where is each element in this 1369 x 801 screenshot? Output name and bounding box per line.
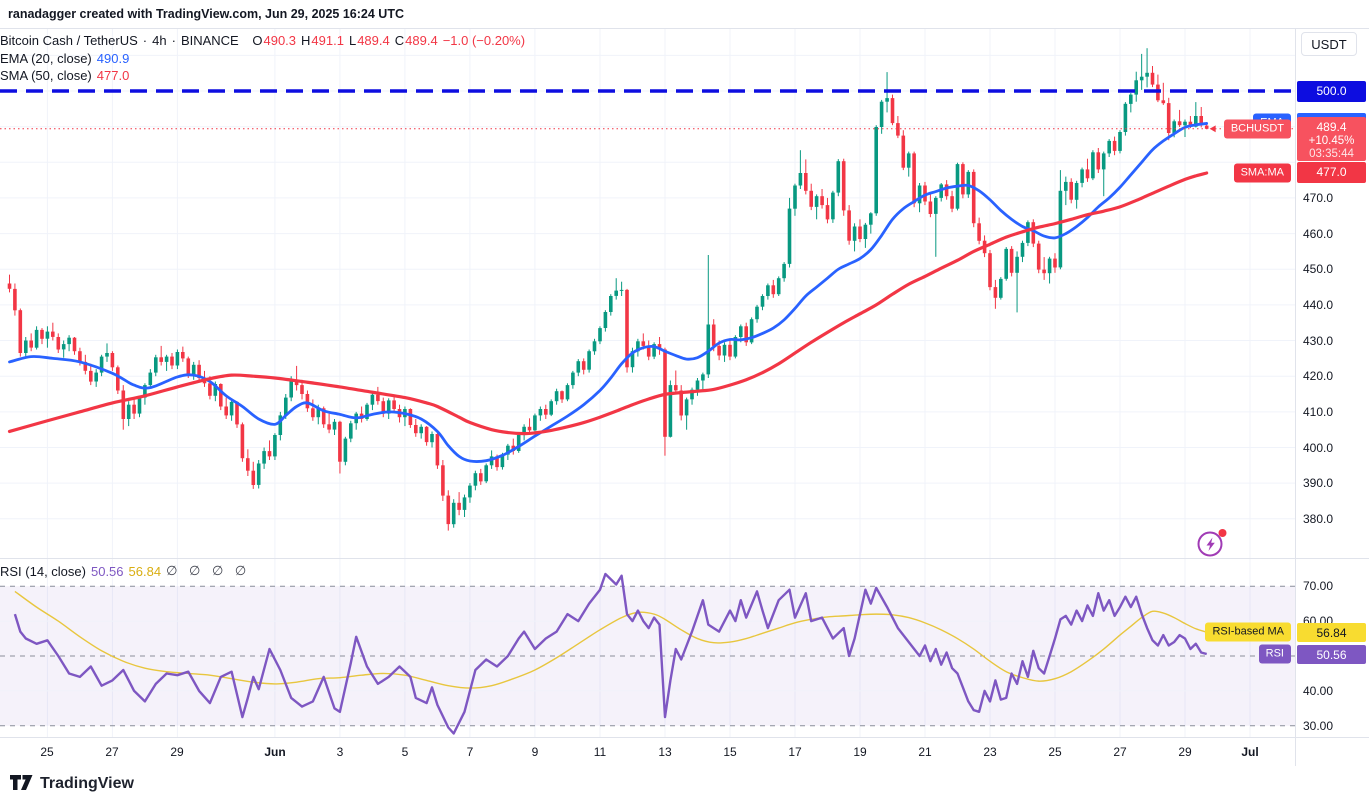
lightning-ideas-icon[interactable] [1195,528,1231,560]
time-tick: 25 [40,745,53,759]
time-tick: 11 [594,745,606,759]
price-tick: 450.0 [1303,262,1333,276]
price-tick: 420.0 [1303,369,1333,383]
lightning-bolt-icon [1207,538,1215,552]
rsi-ma-value-label: 56.84 [1297,623,1366,642]
time-tick: 3 [337,745,344,759]
time-tick: 5 [402,745,409,759]
time-tick: 27 [1113,745,1126,759]
price-tick: 400.0 [1303,441,1333,455]
price-tick: 440.0 [1303,298,1333,312]
rsi-tag: RSI [1259,645,1291,664]
rsi-ma-tag: RSI-based MA [1205,623,1291,642]
interval: 4h [152,33,166,48]
rsi-tick: 30.00 [1303,719,1333,733]
time-tick: 29 [1178,745,1191,759]
low-value: 489.4 [357,33,390,48]
open-value: 490.3 [263,33,296,48]
header-divider [0,28,1369,29]
price-tick: 470.0 [1303,191,1333,205]
symbol-legend[interactable]: Bitcoin Cash / TetherUS · 4h · BINANCE O… [0,33,525,48]
ema-value: 490.9 [97,51,130,66]
ema-legend[interactable]: EMA (20, close) 490.9 [0,51,129,66]
time-tick: 7 [467,745,474,759]
price-tick: 460.0 [1303,227,1333,241]
time-scale-area[interactable] [0,737,1295,766]
exchange: BINANCE [181,33,239,48]
tradingview-logo-icon[interactable] [10,775,33,792]
price-tick: 380.0 [1303,512,1333,526]
rsi-value-label: 50.56 [1297,645,1366,664]
time-tick: 25 [1048,745,1061,759]
time-tick: 27 [105,745,118,759]
time-tick: 23 [983,745,996,759]
price-tick: 390.0 [1303,476,1333,490]
rsi-value: 50.56 [91,564,124,579]
pane-divider[interactable] [0,558,1369,559]
currency-button[interactable]: USDT [1301,32,1357,56]
symbol-name: Bitcoin Cash / TetherUS [0,33,138,48]
symbol-price-tag: BCHUSDT [1224,120,1291,139]
sma-price-label: 477.0 [1297,162,1366,183]
time-tick: 13 [658,745,671,759]
time-tick: 19 [853,745,866,759]
chart-canvas[interactable] [0,0,1369,801]
tradingview-chart-screenshot: ranadagger created with TradingView.com,… [0,0,1369,801]
sma-value: 477.0 [97,68,130,83]
price-tick: 410.0 [1303,405,1333,419]
sma-tag: SMA:MA [1234,164,1291,183]
time-tick: 29 [170,745,183,759]
time-tick: Jul [1241,745,1258,759]
rsi-tick: 40.00 [1303,684,1333,698]
price-tick: 430.0 [1303,334,1333,348]
rsi-legend[interactable]: RSI (14, close) 50.56 56.84 ∅ ∅ ∅ ∅ [0,563,250,579]
time-tick: 15 [723,745,736,759]
change-value: −1.0 (−0.20%) [443,33,525,48]
high-value: 491.1 [311,33,344,48]
time-tick: Jun [264,745,285,759]
rsi-tick: 70.00 [1303,579,1333,593]
close-value: 489.4 [405,33,438,48]
level-500-label: 500.0 [1297,81,1366,102]
last-price-label: 489.4+10.45%03:35:44 [1297,117,1366,161]
empty-inputs: ∅ ∅ ∅ ∅ [166,563,250,579]
rsi-ma-value: 56.84 [129,564,162,579]
footer-bar: TradingView [0,766,1369,801]
notification-dot [1219,529,1227,537]
time-tick: 17 [788,745,801,759]
sma-legend[interactable]: SMA (50, close) 477.0 [0,68,129,83]
time-tick: 21 [918,745,931,759]
tradingview-logo-text[interactable]: TradingView [40,775,134,793]
time-tick: 9 [532,745,539,759]
